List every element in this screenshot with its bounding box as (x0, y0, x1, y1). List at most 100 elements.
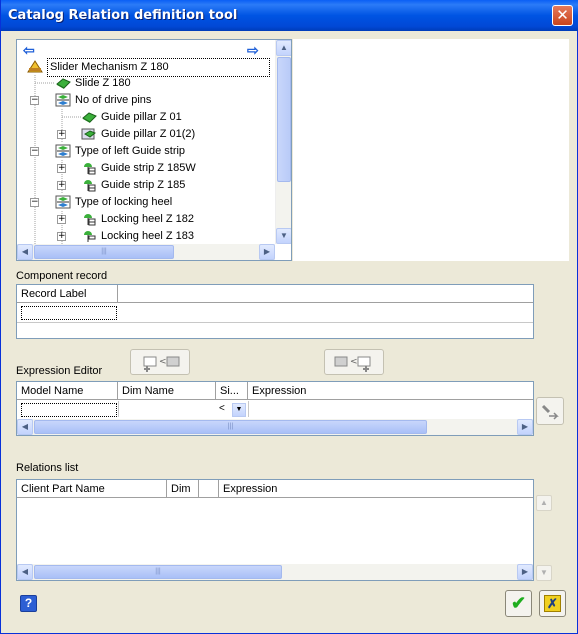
scroll-up-button[interactable]: ▲ (276, 40, 291, 56)
tree-node-root[interactable]: Slider Mechanism Z 180 (17, 58, 275, 77)
scroll-right-button[interactable]: ▶ (517, 564, 533, 580)
scroll-down-button[interactable]: ▼ (276, 228, 291, 244)
column-header[interactable]: Si... (216, 382, 248, 400)
dialog-client-area: ⇦ ⇨ Slider Mechanism Z 180 Slide Z 180 −… (4, 31, 575, 631)
chevron-down-icon[interactable]: ▼ (232, 403, 246, 417)
expand-icon[interactable]: + (57, 130, 66, 139)
preview-panel (293, 39, 569, 261)
tree-node-label: No of drive pins (75, 94, 152, 106)
tree-node-label: Guide pillar Z 01 (101, 111, 182, 123)
scrollbar-thumb[interactable]: ||| (34, 565, 282, 579)
dialog-window: Catalog Relation definition tool ✕ ⇦ ⇨ S… (0, 0, 578, 634)
close-button[interactable]: ✕ (552, 5, 573, 26)
tree-node[interactable]: − Type of locking heel (17, 194, 275, 211)
insert-right-icon: < (334, 356, 371, 372)
column-header[interactable] (199, 480, 219, 498)
scroll-left-button[interactable]: ◀ (17, 419, 33, 435)
tree-node-label: Guide strip Z 185 (101, 179, 186, 191)
column-header[interactable]: Model Name (17, 382, 118, 400)
grid-header: Client Part Name Dim Expression (17, 480, 533, 498)
tree-node-label: Locking heel Z 182 (101, 213, 194, 225)
tree-node[interactable]: − Type of left Guide strip (17, 143, 275, 160)
part-icon (56, 78, 71, 89)
column-header[interactable]: Expression (219, 480, 533, 498)
tree-node[interactable]: + Locking heel Z 183 (17, 228, 275, 242)
catalog-part-icon (84, 180, 96, 192)
column-header[interactable]: Dim (167, 480, 199, 498)
relations-vertical-scrollbar[interactable]: ▲ ▼ (536, 495, 552, 581)
relations-horizontal-scrollbar[interactable]: ◀ ||| ▶ (17, 564, 533, 580)
alternative-group-icon (55, 195, 71, 209)
ok-button[interactable]: ✔ (505, 590, 532, 617)
back-arrow-icon[interactable]: ⇦ (23, 42, 35, 59)
scroll-down-button[interactable]: ▼ (536, 565, 552, 581)
checkmark-icon: ✔ (510, 593, 527, 613)
scrollbar-thumb[interactable]: ||| (34, 420, 427, 434)
sign-dropdown[interactable]: < ▼ (218, 403, 246, 417)
column-header[interactable]: Record Label (17, 285, 118, 303)
svg-text:<: < (350, 357, 358, 367)
tree-node-label: Type of left Guide strip (75, 145, 186, 157)
tree-node[interactable]: Guide pillar Z 01 (17, 109, 275, 126)
scrollbar-thumb[interactable]: ||| (34, 245, 174, 259)
expression-horizontal-scrollbar[interactable]: ◀ ||| ▶ (17, 419, 533, 435)
alternative-group-icon (55, 144, 71, 158)
tree-vertical-scrollbar[interactable]: ▲ ▼ (275, 40, 291, 244)
forward-arrow-icon[interactable]: ⇨ (247, 42, 259, 59)
column-header[interactable]: Expression (248, 382, 533, 400)
catalog-part-icon (84, 163, 96, 175)
grid-header: Model Name Dim Name Si... Expression (17, 382, 533, 400)
scroll-right-button[interactable]: ▶ (517, 419, 533, 435)
catalog-part-icon (84, 214, 96, 226)
expand-icon[interactable]: + (57, 232, 66, 241)
collapse-icon[interactable]: − (30, 198, 39, 207)
record-label-cell[interactable] (21, 306, 117, 320)
pencil-arrow-icon (541, 404, 559, 420)
relations-list-label: Relations list (16, 462, 79, 474)
component-tree[interactable]: ⇦ ⇨ Slider Mechanism Z 180 Slide Z 180 −… (16, 39, 292, 261)
tree-horizontal-scrollbar[interactable]: ◀ ||| ▶ (17, 244, 275, 260)
expression-editor-label: Expression Editor (16, 365, 103, 377)
scroll-up-button[interactable]: ▲ (536, 495, 552, 511)
grid-header: Record Label (17, 285, 533, 303)
tree-node[interactable]: + Locking heel Z 182 (17, 211, 275, 228)
tree-node[interactable]: + Guide strip Z 185W (17, 160, 275, 177)
cancel-button[interactable]: ✗ (539, 590, 566, 617)
tree-node-label: Type of locking heel (75, 196, 173, 208)
expression-editor-grid[interactable]: Model Name Dim Name Si... Expression < ▼… (16, 381, 534, 436)
tree-node-label: Guide pillar Z 01(2) (101, 128, 196, 140)
relations-list-grid[interactable]: Client Part Name Dim Expression ◀ ||| ▶ (16, 479, 534, 581)
expand-icon[interactable]: + (57, 181, 66, 190)
title-bar[interactable]: Catalog Relation definition tool ✕ (1, 0, 578, 31)
scroll-left-button[interactable]: ◀ (17, 564, 33, 580)
tree-node[interactable]: + Guide strip Z 185 (17, 177, 275, 194)
window-title: Catalog Relation definition tool (8, 8, 238, 23)
svg-text:<: < (159, 357, 167, 367)
model-name-cell[interactable] (21, 403, 117, 417)
collapse-icon[interactable]: − (30, 147, 39, 156)
tree-node[interactable]: − No of drive pins (17, 92, 275, 109)
expand-icon[interactable]: + (57, 164, 66, 173)
add-to-expression-button[interactable]: < (130, 349, 190, 375)
sign-value: < (219, 403, 225, 414)
component-record-label: Component record (16, 270, 108, 282)
assembly-root-icon (27, 60, 43, 73)
tree-node[interactable]: + Guide pillar Z 01(2) (17, 126, 275, 143)
scrollbar-thumb[interactable] (277, 57, 291, 182)
tree-node[interactable]: Slide Z 180 (17, 75, 275, 92)
scroll-right-button[interactable]: ▶ (259, 244, 275, 260)
collapse-icon[interactable]: − (30, 96, 39, 105)
scroll-left-button[interactable]: ◀ (17, 244, 33, 260)
add-to-relation-button[interactable]: < (324, 349, 384, 375)
assembly-icon (81, 128, 96, 140)
column-header[interactable]: Dim Name (118, 382, 216, 400)
cancel-icon: ✗ (544, 595, 561, 612)
column-header[interactable]: Client Part Name (17, 480, 167, 498)
component-record-grid[interactable]: Record Label (16, 284, 534, 339)
grid-row-divider (17, 322, 533, 323)
catalog-part-icon (84, 231, 96, 242)
apply-expression-button[interactable] (536, 397, 564, 425)
expand-icon[interactable]: + (57, 215, 66, 224)
tree-node-label: Slide Z 180 (75, 77, 131, 89)
help-button[interactable]: ? (20, 595, 37, 612)
